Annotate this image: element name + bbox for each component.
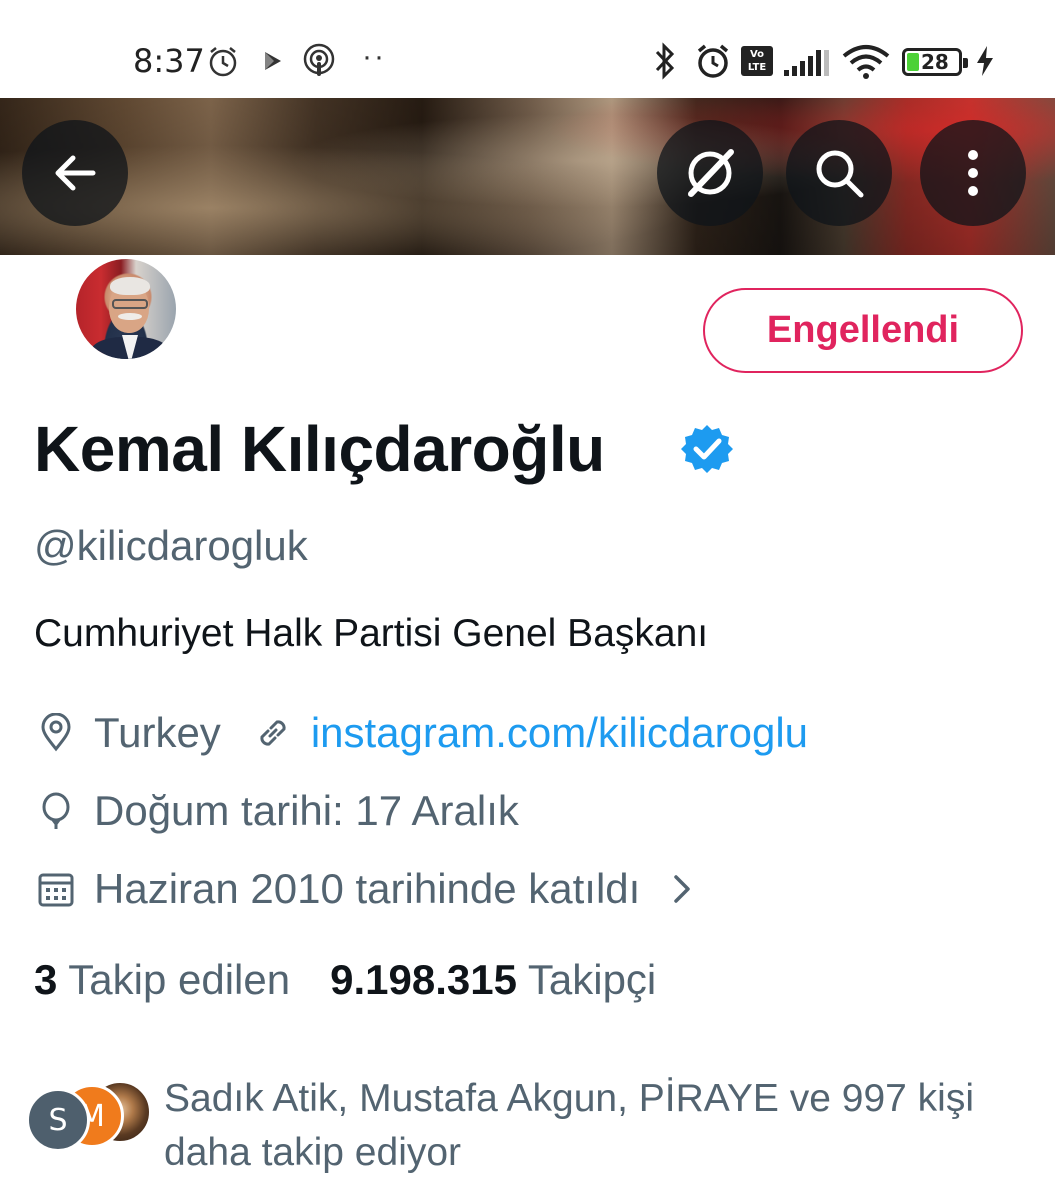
more-button[interactable] — [920, 120, 1026, 226]
grok-button[interactable] — [657, 120, 763, 226]
blocked-button[interactable]: Engellendi — [703, 288, 1023, 373]
username-handle: @kilicdarogluk — [34, 522, 308, 569]
followed-by-section[interactable]: M S Sadık Atik, Mustafa Akgun, PİRAYE ve… — [26, 1068, 1046, 1188]
alarm-icon — [209, 47, 237, 77]
joined-text: Haziran 2010 tarihinde katıldı — [94, 865, 641, 912]
volte-icon: Vo LTE — [741, 46, 773, 76]
joined-row[interactable]: Haziran 2010 tarihinde katıldı — [34, 864, 720, 914]
followers-count: 9.198.315 — [330, 956, 517, 1003]
back-arrow-icon — [55, 155, 96, 191]
location-website-row: Turkey instagram.com/kilicdaroglu — [34, 708, 808, 758]
search-icon — [816, 150, 864, 198]
followed-by-text: Sadık Atik, Mustafa Akgun, PİRAYE ve 997… — [164, 1077, 975, 1174]
podcast-icon — [303, 43, 335, 76]
following-label: Takip edilen — [68, 956, 291, 1003]
birthday-text: Doğum tarihi: 17 Aralık — [94, 787, 519, 834]
birthday-row: Doğum tarihi: 17 Aralık — [34, 786, 519, 836]
link-icon — [251, 711, 295, 755]
balloon-icon — [34, 789, 78, 833]
following-count: 3 — [34, 956, 58, 1003]
battery-icon: 28 — [902, 48, 968, 76]
profile-avatar[interactable] — [72, 255, 180, 363]
display-name: Kemal Kılıçdaroğlu — [34, 413, 605, 485]
calendar-icon — [34, 867, 78, 911]
alarm-icon-right — [697, 44, 729, 78]
back-button[interactable] — [22, 120, 128, 226]
location-text: Turkey — [94, 709, 221, 756]
grok-icon — [688, 149, 734, 197]
search-button[interactable] — [786, 120, 892, 226]
location-pin-icon — [34, 711, 78, 755]
follow-stats: 3 Takip edilen 9.198.315 Takipçi — [34, 956, 656, 1004]
more-vertical-icon — [968, 150, 978, 196]
follower-avatar-1-initial: S — [48, 1102, 68, 1138]
blocked-label: Engellendi — [766, 309, 960, 351]
bio-text: Cumhuriyet Halk Partisi Genel Başkanı — [34, 612, 709, 655]
play-store-icon — [265, 52, 281, 70]
followers-link[interactable]: 9.198.315 Takipçi — [330, 956, 656, 1003]
status-bar: 8:37 ·· Vo LTE 28 — [0, 0, 1055, 98]
status-time: 8:37 — [133, 42, 205, 80]
profile-banner — [0, 98, 1055, 255]
volte-bottom: LTE — [747, 62, 767, 73]
verified-badge-icon[interactable] — [680, 422, 734, 476]
battery-level: 28 — [921, 50, 949, 74]
wifi-icon — [842, 45, 890, 79]
website-link[interactable]: instagram.com/kilicdaroglu — [311, 709, 808, 757]
follower-avatar-1: S — [26, 1088, 90, 1152]
signal-icon — [784, 50, 829, 76]
volte-top: Vo — [749, 49, 765, 60]
followers-label: Takipçi — [527, 956, 657, 1003]
bluetooth-icon — [655, 42, 675, 80]
chevron-right-icon — [660, 867, 704, 911]
following-link[interactable]: 3 Takip edilen — [34, 956, 290, 1003]
status-dots: ·· — [362, 40, 386, 73]
charging-icon — [977, 46, 993, 76]
